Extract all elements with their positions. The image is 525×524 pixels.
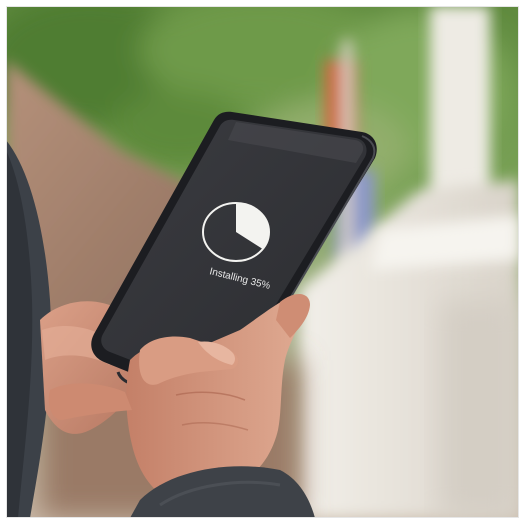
photo-frame: Installing 35% <box>6 6 519 518</box>
photo-illustration: Installing 35% <box>6 6 519 518</box>
photo-scene: Installing 35% <box>0 0 525 524</box>
